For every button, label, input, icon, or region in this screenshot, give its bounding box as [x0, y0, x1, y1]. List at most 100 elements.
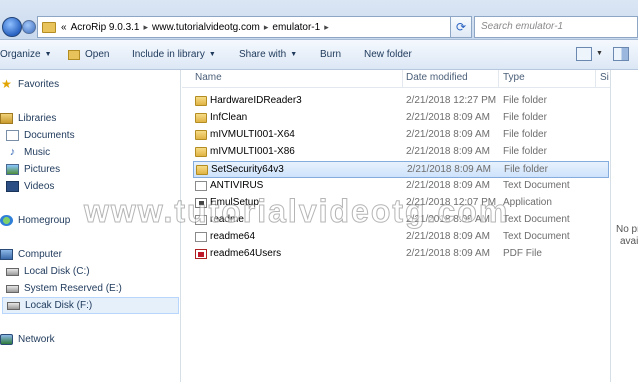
share-with-button[interactable]: Share with ▼ [239, 49, 297, 60]
file-row[interactable]: readme 2/21/2018 8:09 AM Text Document [193, 212, 609, 229]
include-label: Include in library [132, 49, 205, 60]
file-row[interactable]: EmulSetup 2/21/2018 12:07 PM Application [193, 195, 609, 212]
file-date-modified: 2/21/2018 8:09 AM [406, 214, 490, 225]
file-row[interactable]: ANTIVIRUS 2/21/2018 8:09 AM Text Document [193, 178, 609, 195]
sidebar-item-network[interactable]: Network [0, 331, 180, 348]
breadcrumb-separator[interactable]: ▸ [144, 22, 149, 33]
address-bar-area: « AcroRip 9.0.3.1 ▸ www.tutorialvideotg.… [0, 0, 638, 40]
file-date-modified: 2/21/2018 8:09 AM [407, 164, 491, 175]
file-type: File folder [503, 95, 547, 106]
chevron-down-icon: ▼ [44, 51, 52, 58]
open-folder-icon [68, 49, 80, 60]
file-row[interactable]: readme64 2/21/2018 8:09 AM Text Document [193, 229, 609, 246]
refresh-icon[interactable]: ⟳ [450, 16, 472, 38]
forward-arrow-icon[interactable] [22, 20, 36, 34]
column-header-date[interactable]: Date modified [406, 72, 468, 83]
file-name: readme64 [210, 231, 256, 242]
file-date-modified: 2/21/2018 8:09 AM [406, 180, 490, 191]
preview-line-2: avai [620, 236, 638, 247]
breadcrumb-separator[interactable]: ▸ [324, 22, 329, 33]
file-row[interactable]: HardwareIDReader3 2/21/2018 12:27 PM File … [193, 93, 609, 110]
file-name: readme64Users [210, 248, 282, 259]
sidebar-item-local-disk-c[interactable]: Local Disk (C:) [6, 263, 186, 280]
file-type: File folder [504, 164, 548, 175]
file-date-modified: 2/21/2018 8:09 AM [406, 248, 490, 259]
breadcrumb-emulator[interactable]: emulator-1 [272, 22, 320, 33]
breadcrumb-separator[interactable]: ▸ [264, 22, 269, 33]
sidebar-label: Favorites [18, 79, 60, 90]
chevron-down-icon[interactable]: ▼ [596, 50, 603, 57]
chevron-down-icon: ▼ [208, 51, 216, 58]
column-divider[interactable] [595, 70, 596, 88]
sidebar-item-local-disk-f[interactable]: Locak Disk (F:) [2, 297, 179, 314]
sidebar-item-videos[interactable]: Videos [6, 178, 186, 195]
file-type: Text Document [503, 214, 570, 225]
column-divider[interactable] [402, 70, 403, 88]
burn-label: Burn [320, 49, 342, 60]
column-header-row: Name Date modified Type [182, 70, 610, 88]
computer-icon [0, 249, 13, 260]
file-row[interactable]: mIVMULTI001-X64 2/21/2018 8:09 AM File fol… [193, 127, 609, 144]
preview-line-1: No pr [616, 224, 638, 235]
sidebar-item-documents[interactable]: Documents [6, 127, 186, 144]
pictures-icon [6, 164, 19, 175]
drive-icon [6, 284, 19, 293]
file-row[interactable]: mIVMULTI001-X86 2/21/2018 8:09 AM File fol… [193, 144, 609, 161]
sidebar-item-system-reserved-e[interactable]: System Reserved (E:) [6, 280, 186, 297]
preview-pane-icon[interactable] [613, 47, 629, 61]
file-name: mIVMULTI001-X64 [210, 129, 295, 140]
sidebar-label: Music [24, 147, 51, 158]
navigation-pane: ★ Favorites Libraries Documents ♪ Music Pi… [0, 70, 181, 382]
sidebar-item-music[interactable]: ♪ Music [6, 144, 186, 161]
sidebar-item-favorites[interactable]: ★ Favorites [0, 76, 180, 93]
file-type: File folder [503, 129, 547, 140]
file-row[interactable]: SetSecurity64v3 2/21/2018 8:09 AM File fol… [193, 161, 609, 178]
text-file-icon [195, 181, 207, 191]
new-folder-button[interactable]: New folder [364, 49, 412, 60]
sidebar-label: Local Disk (C:) [24, 266, 90, 277]
file-type: Text Document [503, 180, 570, 191]
column-header-type[interactable]: Type [503, 72, 525, 83]
text-file-icon [195, 232, 207, 242]
music-icon: ♪ [9, 146, 16, 158]
sidebar-label: Locak Disk (F:) [25, 300, 93, 311]
video-icon [6, 181, 19, 192]
view-options-icon[interactable] [576, 47, 592, 61]
star-icon: ★ [1, 77, 12, 91]
file-name: HardwareIDReader3 [210, 95, 302, 106]
column-header-size[interactable]: Si [600, 72, 609, 83]
file-row[interactable]: readme64Users 2/21/2018 8:09 AM PDF File [193, 246, 609, 263]
column-divider[interactable] [498, 70, 499, 88]
sidebar-item-libraries[interactable]: Libraries [0, 110, 180, 127]
share-label: Share with [239, 49, 287, 60]
address-bar[interactable]: « AcroRip 9.0.3.1 ▸ www.tutorialvideotg.… [37, 16, 469, 38]
sidebar-item-homegroup[interactable]: Homegroup [0, 212, 180, 229]
search-input[interactable]: Search emulator-1 [474, 16, 638, 38]
file-type: PDF File [503, 248, 542, 259]
open-button[interactable]: Open [68, 49, 109, 60]
open-label: Open [85, 49, 110, 60]
file-type: File folder [503, 112, 547, 123]
breadcrumb-site[interactable]: www.tutorialvideotg.com [152, 22, 260, 33]
breadcrumb-leading[interactable]: « [61, 22, 67, 33]
sidebar-item-pictures[interactable]: Pictures [6, 161, 186, 178]
homegroup-icon [0, 215, 13, 226]
file-name: ANTIVIRUS [210, 180, 264, 191]
file-row[interactable]: InfClean 2/21/2018 8:09 AM File folder [193, 110, 609, 127]
preview-pane: Si No pr avai [600, 70, 638, 382]
sidebar-item-computer[interactable]: Computer [0, 246, 180, 263]
folder-icon [195, 130, 207, 140]
sidebar-label: System Reserved (E:) [24, 283, 122, 294]
sidebar-label: Videos [24, 181, 55, 192]
sidebar-label: Pictures [24, 164, 61, 175]
text-file-icon [195, 215, 207, 225]
organize-button[interactable]: Organize ▼ [0, 49, 52, 60]
column-header-name[interactable]: Name [195, 72, 222, 83]
sidebar-label: Computer [18, 249, 62, 260]
burn-button[interactable]: Burn [320, 49, 341, 60]
network-icon [0, 334, 13, 345]
document-icon [6, 130, 19, 141]
back-arrow-icon[interactable] [2, 17, 22, 37]
include-in-library-button[interactable]: Include in library ▼ [132, 49, 216, 60]
breadcrumb-acrorip[interactable]: AcroRip 9.0.3.1 [71, 22, 140, 33]
